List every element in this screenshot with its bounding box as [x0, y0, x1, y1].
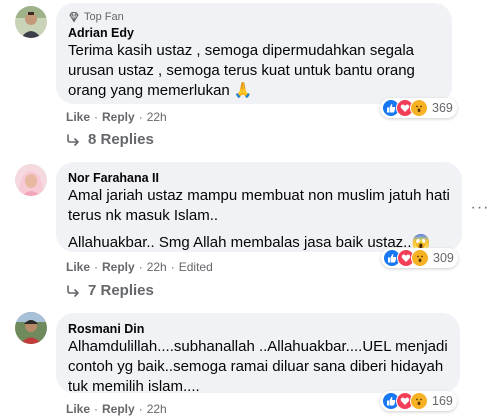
comment-bubble: Rosmani Din Alhamdulillah....subhanallah…: [56, 313, 460, 395]
wow-icon: [410, 392, 428, 410]
comment-author[interactable]: Adrian Edy: [68, 25, 440, 41]
reaction-summary[interactable]: 369: [380, 98, 457, 118]
reaction-summary[interactable]: 309: [381, 248, 458, 268]
wow-icon: [411, 249, 429, 267]
comment-text: Terima kasih ustaz , semoga dipermudahka…: [68, 42, 415, 99]
wow-icon: [410, 99, 428, 117]
comment-author[interactable]: Nor Farahana II: [68, 170, 450, 186]
view-replies-button[interactable]: 8 Replies: [66, 131, 154, 148]
timestamp[interactable]: 22h: [147, 260, 167, 274]
like-button[interactable]: Like: [66, 260, 90, 274]
reaction-count: 169: [432, 394, 453, 408]
avatar[interactable]: [15, 164, 47, 196]
reply-button[interactable]: Reply: [102, 260, 135, 274]
comment-text: Alhamdulillah....subhanallah ..Allahuakb…: [68, 338, 448, 395]
reaction-count: 309: [433, 251, 454, 265]
comment-actions: Like · Reply · 22h: [66, 110, 167, 124]
avatar[interactable]: [15, 312, 47, 344]
reaction-count: 369: [432, 101, 453, 115]
timestamp[interactable]: 22h: [147, 110, 167, 124]
reply-arrow-icon: [67, 284, 79, 297]
top-fan-badge: Top Fan: [68, 11, 440, 23]
view-replies-button[interactable]: 7 Replies: [66, 282, 154, 299]
comment-bubble: Top Fan Adrian Edy Terima kasih ustaz , …: [56, 3, 452, 104]
comment-text: Amal jariah ustaz mampu membuat non musl…: [68, 187, 450, 251]
diamond-icon: [69, 11, 79, 23]
comment-actions: Like · Reply · 22h: [66, 402, 167, 416]
like-button[interactable]: Like: [66, 110, 90, 124]
reply-button[interactable]: Reply: [102, 402, 135, 416]
comment-bubble: Nor Farahana II Amal jariah ustaz mampu …: [56, 162, 462, 252]
reply-arrow-icon: [67, 133, 79, 146]
reply-button[interactable]: Reply: [102, 110, 135, 124]
comment-actions: Like · Reply · 22h · Edited: [66, 260, 213, 274]
comment-author[interactable]: Rosmani Din: [68, 321, 448, 337]
reaction-summary[interactable]: 169: [380, 391, 457, 411]
like-button[interactable]: Like: [66, 402, 90, 416]
edited-label: Edited: [178, 260, 213, 274]
timestamp[interactable]: 22h: [147, 402, 167, 416]
more-options-button[interactable]: ···: [470, 198, 490, 218]
avatar[interactable]: [15, 6, 47, 38]
